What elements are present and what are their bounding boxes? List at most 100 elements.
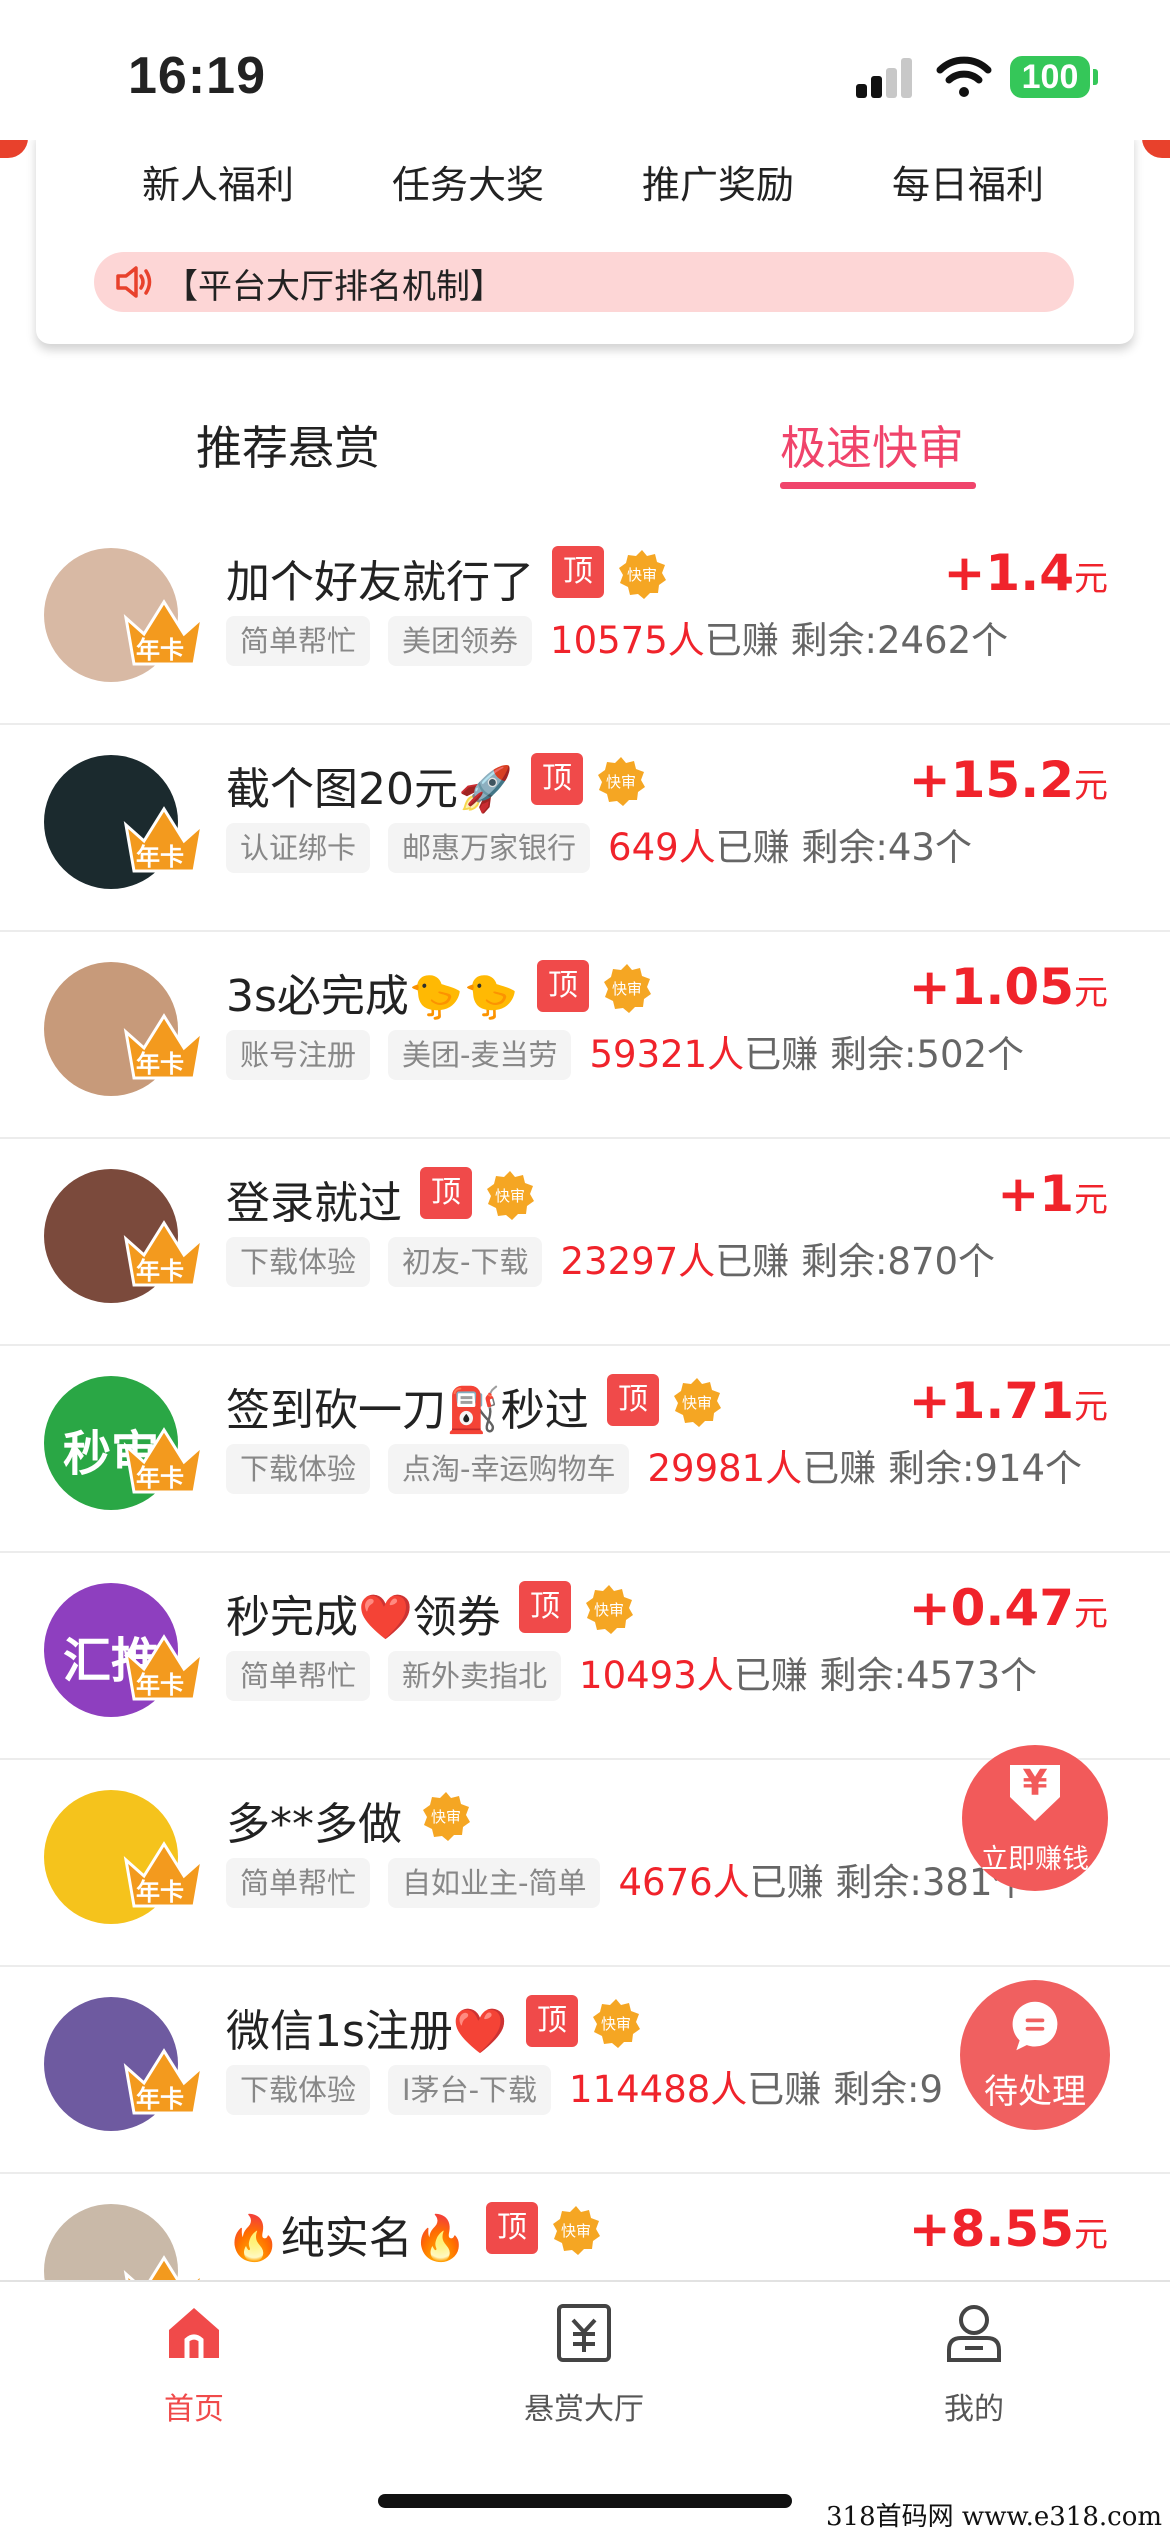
svg-text:快审: 快审 bbox=[627, 566, 657, 584]
task-tag: 新外卖指北 bbox=[388, 1651, 562, 1701]
task-item[interactable]: 年卡 登录就过 +1元 下载体验 初友-下载 23297人已赚 剩余:870个 顶 快审 bbox=[0, 1139, 1170, 1346]
earned-count: 29981人 bbox=[647, 1447, 803, 1490]
notice-text: 【平台大厅排名机制】 bbox=[164, 267, 504, 307]
task-tags: 账号注册 美团-麦当劳 59321人已赚 剩余:502个 bbox=[226, 1030, 1024, 1080]
top-badge: 顶 bbox=[607, 1374, 659, 1426]
earn-now-button[interactable]: ¥ 立即赚钱 bbox=[962, 1745, 1108, 1891]
earned-count: 23297人 bbox=[560, 1240, 716, 1283]
earned-count: 4676人 bbox=[618, 1861, 750, 1904]
task-tags: 简单帮忙 自如业主-简单 4676人已赚 剩余:381个 bbox=[226, 1858, 1030, 1908]
reward-value: +1 bbox=[997, 1165, 1074, 1223]
task-tag: 下载体验 bbox=[226, 1237, 371, 1287]
nav-reward-hall[interactable]: 悬赏大厅 bbox=[474, 2302, 694, 2428]
menu-promotion[interactable]: 推广奖励 bbox=[588, 154, 848, 209]
task-tag: 邮惠万家银行 bbox=[388, 823, 591, 873]
crown-label: 年卡 bbox=[136, 2085, 184, 2113]
nav-profile[interactable]: 我的 bbox=[864, 2302, 1084, 2428]
svg-text:快审: 快审 bbox=[495, 1187, 525, 1205]
task-tag: 简单帮忙 bbox=[226, 616, 371, 666]
cellular-signal-icon bbox=[856, 58, 914, 98]
remaining-count: 剩余:502个 bbox=[829, 1033, 1025, 1076]
crown-label: 年卡 bbox=[136, 843, 184, 871]
fast-review-badge-icon: 快审 bbox=[423, 1792, 470, 1841]
menu-newcomer[interactable]: 新人福利 bbox=[88, 154, 348, 209]
task-tag: 账号注册 bbox=[226, 1030, 371, 1080]
pending-label: 待处理 bbox=[984, 2072, 1086, 2112]
task-item[interactable]: 年卡 截个图20元🚀 +15.2元 认证绑卡 邮惠万家银行 649人已赚 剩余:43个顶快… bbox=[0, 725, 1170, 932]
reward-value: +8.55 bbox=[908, 2200, 1074, 2258]
remaining-count: 剩余:914个 bbox=[887, 1447, 1083, 1490]
task-tag: 认证绑卡 bbox=[226, 823, 371, 873]
reward-amount: +15.2元 bbox=[909, 751, 1108, 809]
remaining-count: 剩余:870个 bbox=[800, 1240, 996, 1283]
reward-value: +1.71 bbox=[908, 1372, 1074, 1430]
task-item[interactable]: 秒审 年卡 签到砍一刀⛽秒过 +1.71元 下载体验 点淘-幸运购物车 29981人已赚 剩… bbox=[0, 1346, 1170, 1553]
task-tag: 自如业主-简单 bbox=[388, 1858, 601, 1908]
app-screen: 16:19 100 新人福利 任务大奖 推广奖励 每日福利 【平台大厅排名机制】 bbox=[0, 0, 1170, 2532]
profile-icon bbox=[947, 2305, 1001, 2362]
wifi-icon bbox=[936, 56, 992, 97]
task-item[interactable]: 年卡 加个好友就行了 +1.4元 简单帮忙 美团领券 10575人已赚 剩余:2462个顶… bbox=[0, 518, 1170, 725]
menu-daily[interactable]: 每日福利 bbox=[838, 154, 1098, 209]
top-menu-card: 新人福利 任务大奖 推广奖励 每日福利 【平台大厅排名机制】 bbox=[36, 132, 1134, 344]
earned-stats: 29981人已赚 剩余:914个 bbox=[647, 1444, 1082, 1494]
task-tag: 美团领券 bbox=[388, 616, 533, 666]
reward-amount: +8.55元 bbox=[909, 2200, 1108, 2258]
earned-count: 114488人 bbox=[569, 2068, 748, 2111]
earned-stats: 10493人已赚 剩余:4573个 bbox=[579, 1651, 1037, 1701]
fast-review-badge-icon: 快审 bbox=[586, 1585, 633, 1634]
home-indicator bbox=[378, 2494, 792, 2508]
task-tag: I茅台-下载 bbox=[388, 2065, 552, 2115]
notice-bar[interactable]: 【平台大厅排名机制】 bbox=[94, 252, 1074, 312]
reward-hall-icon bbox=[557, 2304, 611, 2362]
speaker-icon bbox=[116, 266, 152, 298]
task-tags: 简单帮忙 美团领券 10575人已赚 剩余:2462个 bbox=[226, 616, 1008, 666]
crown-label: 年卡 bbox=[136, 1671, 184, 1699]
watermark: 318首码网 www.e318.com bbox=[826, 2502, 1162, 2532]
fast-review-badge-icon: 快审 bbox=[674, 1378, 721, 1427]
task-title: 3s必完成🐤🐤 bbox=[226, 971, 519, 1022]
earned-stats: 23297人已赚 剩余:870个 bbox=[560, 1237, 995, 1287]
earned-label: 已赚 bbox=[749, 1861, 824, 1904]
reward-amount: +1.05元 bbox=[909, 958, 1108, 1016]
task-item[interactable]: 年卡 3s必完成🐤🐤 +1.05元 账号注册 美团-麦当劳 59321人已赚 剩余:502… bbox=[0, 932, 1170, 1139]
task-item[interactable]: 汇推 年卡 秒完成❤️领券 +0.47元 简单帮忙 新外卖指北 10493人已赚 剩余:45… bbox=[0, 1553, 1170, 1760]
reward-unit: 元 bbox=[1074, 1594, 1108, 1634]
earned-stats: 59321人已赚 剩余:502个 bbox=[589, 1030, 1024, 1080]
earned-count: 10575人 bbox=[550, 619, 705, 662]
reward-unit: 元 bbox=[1074, 1180, 1108, 1220]
top-badge: 顶 bbox=[531, 753, 583, 805]
task-tags: 认证绑卡 邮惠万家银行 649人已赚 剩余:43个 bbox=[226, 823, 972, 873]
reward-value: +1.4 bbox=[943, 544, 1074, 602]
earned-count: 649人 bbox=[608, 826, 716, 869]
remaining-count: 剩余:4573个 bbox=[819, 1654, 1038, 1697]
earned-label: 已赚 bbox=[733, 1654, 808, 1697]
active-tab-underline bbox=[780, 482, 976, 489]
fast-review-badge-icon: 快审 bbox=[604, 964, 651, 1013]
fast-review-badge-icon: 快审 bbox=[593, 1999, 640, 2048]
nav-home[interactable]: 首页 bbox=[84, 2302, 304, 2428]
tab-recommended[interactable]: 推荐悬赏 bbox=[196, 412, 380, 478]
earned-count: 59321人 bbox=[589, 1033, 745, 1076]
task-title: 微信1s注册❤️ bbox=[226, 2006, 508, 2057]
menu-task-prize[interactable]: 任务大奖 bbox=[338, 154, 598, 209]
top-badge: 顶 bbox=[526, 1995, 578, 2047]
pending-button[interactable]: 待处理 bbox=[960, 1980, 1110, 2130]
svg-text:快审: 快审 bbox=[601, 2015, 631, 2033]
task-tags: 简单帮忙 新外卖指北 10493人已赚 剩余:4573个 bbox=[226, 1651, 1037, 1701]
svg-text:快审: 快审 bbox=[594, 1601, 624, 1619]
nav-home-label: 首页 bbox=[164, 2392, 224, 2427]
task-title: 加个好友就行了 bbox=[226, 557, 534, 608]
task-tags: 下载体验 I茅台-下载 114488人已赚 剩余:9 bbox=[226, 2065, 943, 2115]
top-badge: 顶 bbox=[486, 2202, 538, 2254]
reward-unit: 元 bbox=[1074, 766, 1108, 806]
earned-count: 10493人 bbox=[579, 1654, 734, 1697]
tab-bar: 推荐悬赏 极速快审 bbox=[0, 378, 1170, 518]
earned-stats: 114488人已赚 剩余:9 bbox=[569, 2065, 943, 2115]
tab-fast-review[interactable]: 极速快审 bbox=[780, 412, 964, 478]
crown-label: 年卡 bbox=[136, 1878, 184, 1906]
